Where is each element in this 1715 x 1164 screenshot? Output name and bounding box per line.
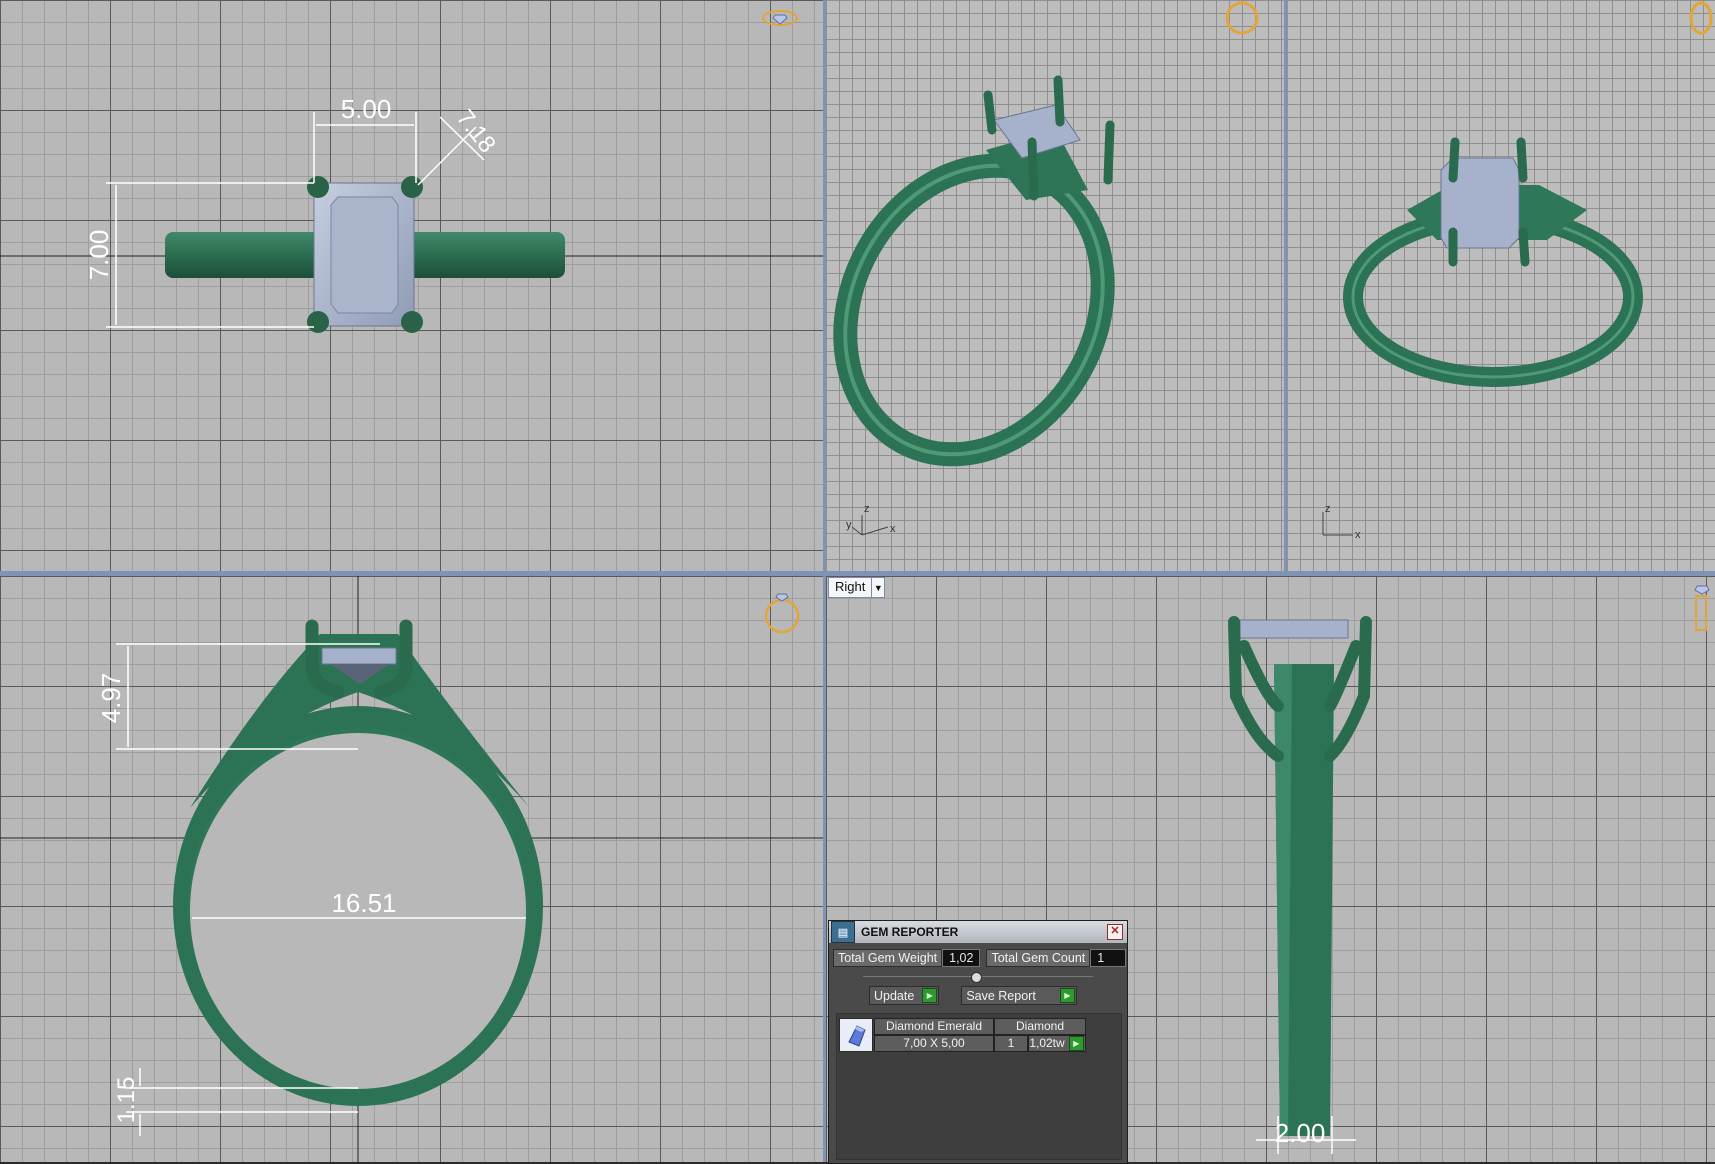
dim-inner-diameter-front: 16.51	[331, 888, 396, 918]
ring-shank-persp1	[833, 153, 1115, 467]
play-icon[interactable]: ▶	[922, 988, 938, 1003]
svg-text:z: z	[1325, 503, 1331, 515]
svg-text:x: x	[890, 523, 896, 535]
dim-diagonal-top: 7.18	[451, 105, 501, 158]
jewelry-cad-workspace: 5.00 7.18 7.00 z y x z x 4.97 16.51 1.15…	[0, 0, 1715, 1164]
viewport-perspective-1[interactable]: z y x	[826, 0, 1284, 571]
view-selector-dropdown[interactable]: Right ▼	[828, 577, 886, 598]
gem-cut: Diamond Emerald	[874, 1018, 994, 1035]
chevron-down-icon[interactable]: ▼	[871, 578, 884, 597]
viewport-divider-horizontal[interactable]	[0, 571, 1715, 576]
gem-thumbnail-icon	[839, 1018, 873, 1052]
viewport-top[interactable]: 5.00 7.18 7.00	[0, 0, 823, 571]
prong-tr	[401, 176, 423, 198]
splitter-knob-icon[interactable]	[971, 972, 982, 983]
total-gem-count-label: Total Gem Count	[986, 949, 1091, 967]
save-report-button-label: Save Report	[966, 988, 1036, 1003]
dim-gem-height-front: 4.97	[96, 673, 126, 724]
svg-text:z: z	[864, 503, 870, 515]
dim-shank-width-right: 2.00	[1275, 1118, 1326, 1148]
view-selector-label: Right	[835, 579, 866, 594]
dim-length-top: 7.00	[84, 230, 114, 281]
dim-shank-thickness-front: 1.15	[113, 1077, 140, 1124]
emerald-gem-right	[1239, 619, 1349, 639]
axis-indicator-persp2: z x	[1322, 503, 1361, 541]
update-button-label: Update	[874, 988, 915, 1003]
axis-indicator-persp1: z y x	[846, 503, 896, 536]
gem-reporter-titlebar[interactable]: ▤ GEM REPORTER ✕	[829, 921, 1127, 943]
view-cube-icon-right[interactable]	[1694, 585, 1710, 631]
gem-weight-value: 1,02tw	[1029, 1036, 1065, 1050]
view-cube-icon-front[interactable]	[764, 593, 800, 634]
prong-bl	[307, 311, 329, 333]
total-gem-weight-value: 1,02	[942, 949, 981, 967]
view-cube-icon-persp2[interactable]	[1689, 1, 1713, 35]
list-item[interactable]: Diamond Emerald Diamond 7,00 X 5,00 1 1,…	[839, 1018, 1086, 1052]
prong-br	[401, 311, 423, 333]
play-icon[interactable]: ▶	[1068, 1036, 1084, 1051]
update-button[interactable]: Update ▶	[869, 986, 940, 1005]
prong-tl	[307, 176, 329, 198]
viewport-perspective-2[interactable]: z x	[1287, 0, 1715, 571]
play-icon[interactable]: ▶	[1059, 988, 1075, 1003]
gem-count: 1	[994, 1035, 1028, 1052]
panel-splitter[interactable]	[863, 972, 1093, 985]
viewport-divider-vertical[interactable]	[823, 0, 826, 1162]
svg-text:x: x	[1355, 529, 1361, 541]
gem-reporter-panel: ▤ GEM REPORTER ✕ Total Gem Weight 1,02 T…	[828, 920, 1128, 1164]
gem-reporter-title: GEM REPORTER	[861, 925, 959, 939]
gem-reporter-icon: ▤	[831, 921, 855, 943]
view-cube-icon-persp1[interactable]	[1225, 1, 1259, 35]
total-gem-count-value: 1	[1090, 949, 1127, 967]
view-cube-icon-top[interactable]	[762, 10, 798, 26]
gem-material: Diamond	[994, 1018, 1086, 1035]
dim-width-top: 5.00	[341, 94, 392, 124]
gem-size: 7,00 X 5,00	[874, 1035, 994, 1052]
save-report-button[interactable]: Save Report ▶	[961, 986, 1077, 1005]
total-gem-weight-label: Total Gem Weight	[833, 949, 943, 967]
gem-weight: 1,02tw ▶	[1028, 1035, 1086, 1052]
svg-text:y: y	[846, 519, 852, 531]
gem-list: Diamond Emerald Diamond 7,00 X 5,00 1 1,…	[836, 1013, 1122, 1160]
emerald-gem-front	[321, 647, 397, 665]
viewport-front[interactable]: 4.97 16.51 1.15	[0, 576, 823, 1162]
viewport-divider-vertical-2[interactable]	[1284, 0, 1287, 571]
close-icon[interactable]: ✕	[1107, 924, 1123, 940]
